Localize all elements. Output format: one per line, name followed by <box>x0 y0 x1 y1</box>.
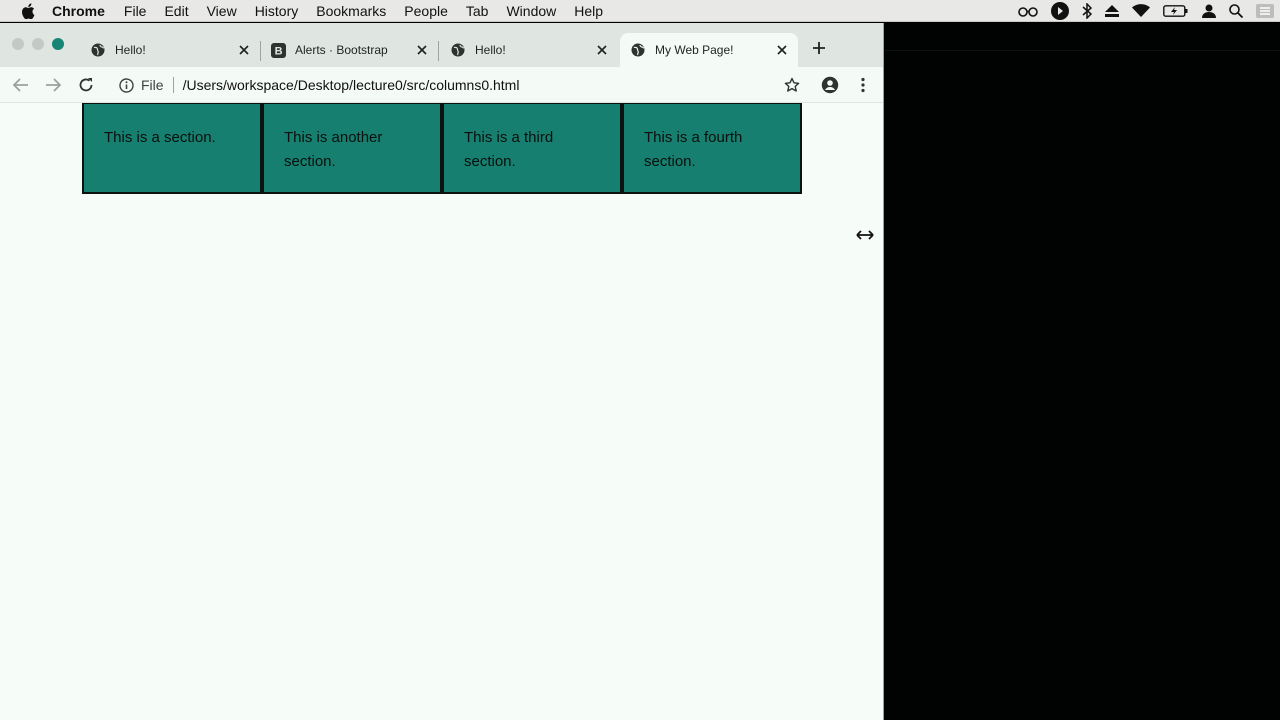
address-bar[interactable]: File /Users/workspace/Desktop/lecture0/s… <box>108 71 810 99</box>
close-icon[interactable] <box>594 42 610 58</box>
menu-view[interactable]: View <box>207 0 237 22</box>
url-text[interactable]: /Users/workspace/Desktop/lecture0/src/co… <box>183 77 520 93</box>
tab-title: Alerts · Bootstrap <box>295 43 388 57</box>
tab-separator <box>260 41 261 61</box>
globe-icon <box>630 42 646 58</box>
sections-row: This is a section. This is another secti… <box>82 103 802 194</box>
close-icon[interactable] <box>414 42 430 58</box>
reload-icon <box>79 78 93 92</box>
tab-my-web-page[interactable]: My Web Page! <box>620 33 798 67</box>
more-menu-button[interactable] <box>851 73 875 97</box>
minimize-window-button[interactable] <box>32 38 44 50</box>
wifi-icon[interactable] <box>1132 0 1150 22</box>
globe-icon <box>90 42 106 58</box>
arrow-right-icon <box>46 78 61 92</box>
browser-toolbar: File /Users/workspace/Desktop/lecture0/s… <box>0 67 883 103</box>
tab-title: Hello! <box>115 43 146 57</box>
menu-bookmarks[interactable]: Bookmarks <box>316 0 386 22</box>
resize-cursor-icon <box>856 229 874 241</box>
menu-help[interactable]: Help <box>574 0 603 22</box>
tab-hello-2[interactable]: Hello! <box>440 33 618 67</box>
divider <box>885 50 1280 51</box>
forward-button[interactable] <box>41 73 65 97</box>
globe-icon <box>450 42 466 58</box>
glasses-icon[interactable] <box>1018 0 1038 22</box>
tab-hello-1[interactable]: Hello! <box>82 33 260 67</box>
battery-icon[interactable] <box>1163 0 1189 22</box>
bootstrap-icon: B <box>270 42 286 58</box>
section-1: This is a section. <box>82 103 262 194</box>
menu-window[interactable]: Window <box>506 0 556 22</box>
menu-list-icon[interactable] <box>1256 0 1274 22</box>
info-icon[interactable] <box>118 77 134 93</box>
play-circle-icon[interactable] <box>1051 0 1069 22</box>
bluetooth-icon[interactable] <box>1082 0 1092 22</box>
user-icon[interactable] <box>1202 0 1216 22</box>
page-content: This is a section. This is another secti… <box>0 103 883 720</box>
menu-people[interactable]: People <box>404 0 448 22</box>
close-icon[interactable] <box>774 42 790 58</box>
tab-separator <box>438 41 439 61</box>
browser-window: Hello! B Alerts · Bootstrap Hello! My We… <box>0 23 884 720</box>
close-window-button[interactable] <box>12 38 24 50</box>
bookmark-star-icon[interactable] <box>784 77 800 93</box>
zoom-window-button[interactable] <box>52 38 64 50</box>
reload-button[interactable] <box>74 73 98 97</box>
section-4: This is a fourth section. <box>622 103 802 194</box>
tab-alerts-bootstrap[interactable]: B Alerts · Bootstrap <box>262 33 438 67</box>
tab-strip: Hello! B Alerts · Bootstrap Hello! My We… <box>0 23 883 67</box>
kebab-menu-icon <box>861 77 865 93</box>
url-scheme-label: File <box>141 77 164 93</box>
menu-chrome[interactable]: Chrome <box>52 0 105 22</box>
search-icon[interactable] <box>1229 0 1243 22</box>
menu-file[interactable]: File <box>124 0 147 22</box>
eject-icon[interactable] <box>1105 0 1119 22</box>
tab-title: My Web Page! <box>655 43 734 57</box>
account-circle-icon <box>821 76 839 94</box>
profile-button[interactable] <box>818 73 842 97</box>
back-button[interactable] <box>9 73 33 97</box>
section-2: This is another section. <box>262 103 442 194</box>
apple-logo-icon[interactable] <box>18 0 38 22</box>
tab-title: Hello! <box>475 43 506 57</box>
menu-bar: Chrome File Edit View History Bookmarks … <box>0 0 1280 22</box>
plus-icon <box>813 42 825 54</box>
new-tab-button[interactable] <box>809 38 829 58</box>
status-area <box>1018 0 1274 22</box>
arrow-left-icon <box>13 78 28 92</box>
section-3: This is a third section. <box>442 103 622 194</box>
menu-edit[interactable]: Edit <box>164 0 188 22</box>
menu-tab[interactable]: Tab <box>466 0 489 22</box>
close-icon[interactable] <box>236 42 252 58</box>
window-controls <box>12 38 64 50</box>
divider <box>172 77 174 93</box>
svg-text:B: B <box>274 45 282 57</box>
menu-history[interactable]: History <box>255 0 299 22</box>
background-window <box>885 23 1280 720</box>
